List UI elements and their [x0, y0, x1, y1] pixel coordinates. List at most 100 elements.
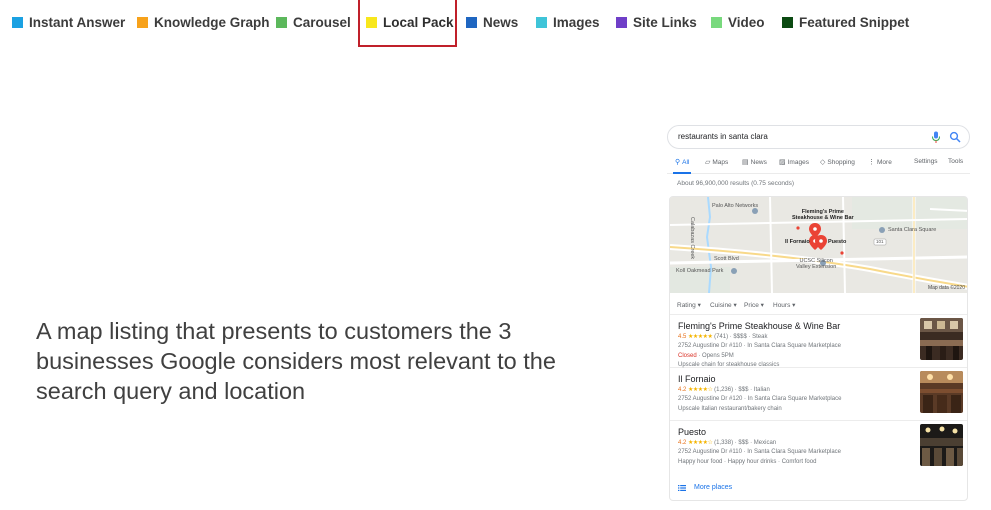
listing-puesto[interactable]: Puesto 4.2 ★★★★☆ (1,338) · $$$ · Mexican… [670, 421, 967, 474]
active-tab-indicator [673, 172, 691, 174]
tab-label: Maps [712, 158, 729, 166]
tab-label: Shopping [827, 158, 855, 166]
legend-item-knowledge-graph: Knowledge Graph [137, 13, 270, 31]
filter-price[interactable]: Price ▾ [744, 301, 764, 309]
microphone-icon[interactable] [931, 131, 941, 144]
rating-value: 4.2 [678, 440, 687, 446]
tab-label: News [750, 158, 767, 166]
more-places-label: More places [694, 484, 733, 491]
legend-label: News [483, 14, 519, 30]
legend-label: Instant Answer [29, 14, 126, 30]
restaurant-interior-photo [920, 424, 963, 466]
images-swatch [536, 16, 547, 28]
tab-news[interactable]: ▤ News [742, 158, 767, 167]
search-icon[interactable] [949, 131, 961, 143]
listing-flemings[interactable]: Fleming's Prime Steakhouse & Wine Bar 4.… [670, 315, 967, 368]
search-query[interactable]: restaurants in santa clara [678, 132, 768, 141]
tab-label: Tools [948, 158, 964, 165]
tab-label: Images [787, 158, 809, 166]
listing-name[interactable]: Il Fornaio [678, 374, 716, 384]
filter-label: Cuisine [710, 302, 732, 309]
listing-name[interactable]: Puesto [678, 427, 706, 437]
site-links-swatch [616, 16, 627, 28]
local-pack-description: A map listing that presents to customers… [36, 318, 556, 404]
tab-settings[interactable]: Settings [914, 158, 938, 165]
listing-il-fornaio[interactable]: Il Fornaio 4.2 ★★★★☆ (1,236) · $$$ · Ita… [670, 368, 967, 421]
map-label-line: Valley Extension [796, 264, 837, 270]
search-bar[interactable]: restaurants in santa clara [667, 125, 970, 149]
more-places-link[interactable]: More places [678, 484, 732, 491]
instant-answer-swatch [12, 16, 23, 28]
star-rating-icon: ★★★★☆ [688, 387, 713, 393]
restaurant-interior-photo [920, 318, 963, 360]
tab-images[interactable]: ▨ Images [779, 158, 809, 167]
restaurant-interior-photo [920, 371, 963, 413]
map-label-scott-blvd: Scott Blvd [714, 256, 739, 262]
filter-label: Hours [773, 302, 791, 309]
legend-label: Featured Snippet [799, 14, 910, 30]
news-swatch [466, 16, 477, 28]
tab-label: All [682, 158, 690, 166]
listing-address: 2752 Augustine Dr #120 · In Santa Clara … [678, 396, 842, 402]
legend-label: Site Links [633, 14, 697, 30]
map-label-il-fornaio: Il Fornaio [785, 239, 810, 245]
local-pack-filters: Rating ▾ Cuisine ▾ Price ▾ Hours ▾ [670, 293, 967, 315]
listing-photo[interactable] [920, 371, 963, 413]
local-pack-map[interactable]: Palo Alto Networks Fleming's Prime Steak… [670, 197, 967, 293]
listing-meta: (741) · $$$$ · Steak [714, 334, 768, 340]
listing-description: Upscale Italian restaurant/bakery chain [678, 406, 782, 412]
filter-cuisine[interactable]: Cuisine ▾ [710, 301, 737, 309]
listing-description: Happy hour food · Happy hour drinks · Co… [678, 459, 817, 465]
tab-tools[interactable]: Tools [948, 158, 963, 165]
map-label-ucsc: UCSC Silicon Valley Extension [796, 258, 836, 270]
search-tabs: ⚲ All ▱ Maps ▤ News ▨ Images ◇ Shopping … [667, 156, 970, 174]
filter-label: Price [744, 302, 759, 309]
serp-feature-legend: Instant Answer Knowledge Graph Carousel … [0, 0, 991, 48]
legend-item-featured-snippet: Featured Snippet [782, 13, 909, 31]
legend-label: Carousel [293, 14, 351, 30]
listing-photo[interactable] [920, 318, 963, 360]
more-icon: ⋮ [868, 159, 875, 166]
map-icon: ▱ [705, 159, 711, 166]
listing-photo[interactable] [920, 424, 963, 466]
rating-value: 4.2 [678, 387, 687, 393]
legend-label: Video [728, 14, 765, 30]
listing-rating: 4.2 ★★★★☆ (1,236) · $$$ · Italian [678, 386, 770, 393]
map-label-calabazas: Calabazas Creek [689, 217, 695, 260]
map-label-santa-clara-square: Santa Clara Square [888, 227, 937, 233]
listing-address: 2752 Augustine Dr #110 · In Santa Clara … [678, 343, 841, 349]
legend-label: Images [553, 14, 600, 30]
legend-item-video: Video [711, 13, 765, 31]
news-icon: ▤ [742, 159, 749, 166]
tab-shopping[interactable]: ◇ Shopping [820, 158, 855, 167]
listing-name[interactable]: Fleming's Prime Steakhouse & Wine Bar [678, 321, 840, 331]
tab-label: Settings [914, 158, 938, 165]
tab-all[interactable]: ⚲ All [675, 158, 690, 167]
star-rating-icon: ★★★★★ [688, 334, 713, 340]
filter-rating[interactable]: Rating ▾ [677, 301, 701, 309]
tab-more[interactable]: ⋮ More [868, 158, 892, 167]
map-label-line: Steakhouse & Wine Bar [792, 215, 854, 221]
map-label-puesto: Puesto [828, 239, 847, 245]
rating-value: 4.5 [678, 334, 687, 340]
listing-rating: 4.5 ★★★★★ (741) · $$$$ · Steak [678, 333, 767, 340]
map-credit: Map data ©2020 [927, 285, 965, 291]
serp-screenshot: restaurants in santa clara ⚲ All ▱ Maps … [663, 118, 975, 504]
filter-label: Rating [677, 302, 696, 309]
listing-meta: (1,338) · $$$ · Mexican [714, 440, 777, 446]
filter-hours[interactable]: Hours ▾ [773, 301, 795, 309]
local-pack-highlight-box [358, 0, 457, 47]
legend-item-site-links: Site Links [616, 13, 697, 31]
tab-maps[interactable]: ▱ Maps [705, 158, 729, 167]
tab-label: More [877, 158, 892, 166]
legend-label: Knowledge Graph [154, 14, 270, 30]
star-rating-icon: ★★★★☆ [688, 440, 713, 446]
local-pack-card: Palo Alto Networks Fleming's Prime Steak… [669, 196, 968, 501]
carousel-swatch [276, 16, 287, 28]
listing-meta: (1,236) · $$$ · Italian [714, 387, 770, 393]
list-icon [678, 484, 686, 491]
status-closed: Closed [678, 353, 697, 359]
map-label-palo-alto: Palo Alto Networks [712, 203, 759, 209]
listing-rating: 4.2 ★★★★☆ (1,338) · $$$ · Mexican [678, 439, 776, 446]
opening-hours: · Opens 5PM [698, 353, 734, 359]
